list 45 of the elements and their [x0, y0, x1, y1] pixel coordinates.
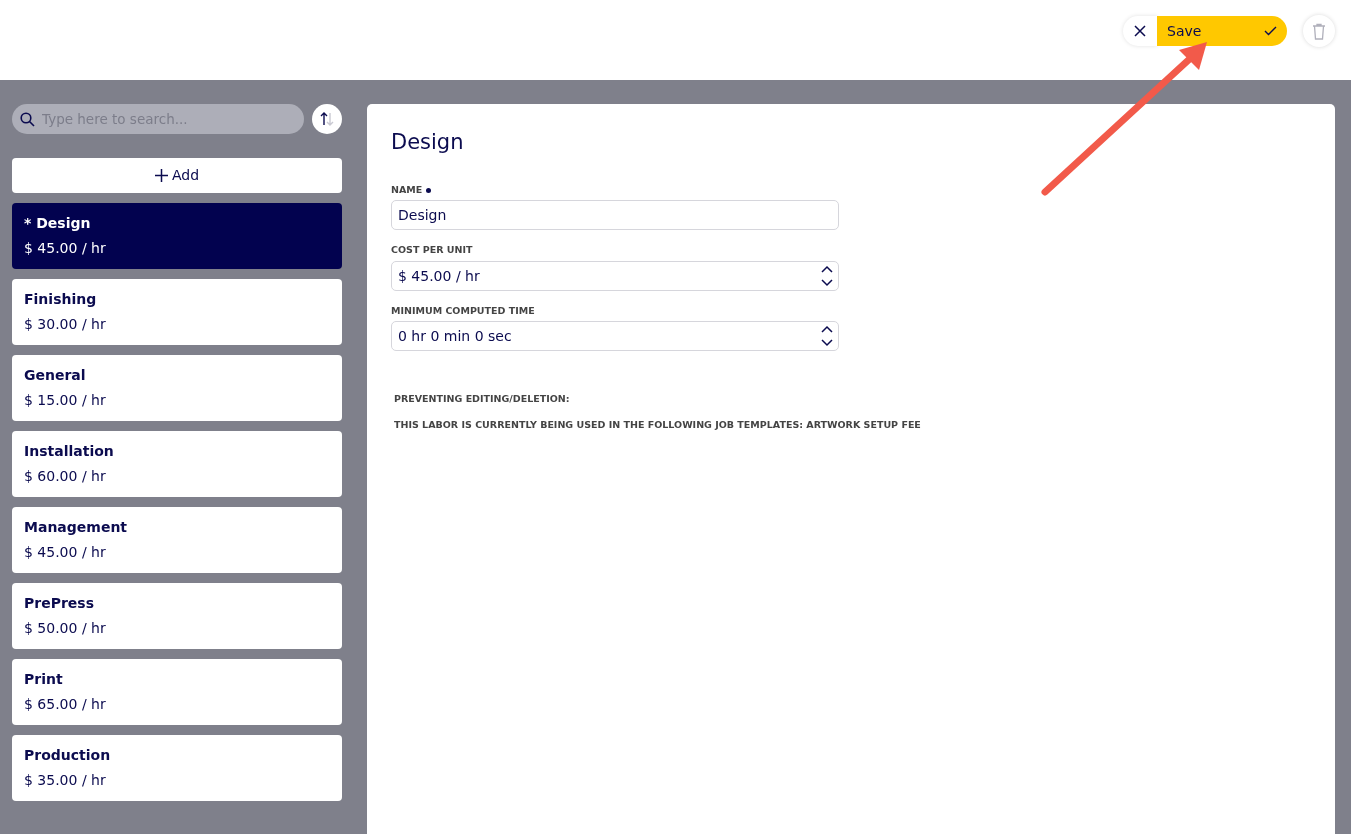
- item-name: Production: [24, 746, 111, 765]
- detail-title: Design: [391, 130, 464, 156]
- input-field[interactable]: Design: [391, 200, 839, 231]
- list-item[interactable]: Management $ 45.00 / hr: [12, 507, 342, 573]
- item-name: Finishing: [24, 290, 97, 309]
- save-button[interactable]: Save: [1157, 16, 1287, 46]
- check-icon: [1264, 26, 1277, 36]
- note-text: THIS LABOR IS CURRENTLY BEING USED IN THE FOLLOWING JOB TEMPLATES: ARTWORK SETUP FEE: [394, 418, 921, 433]
- note-text: PREVENTING EDITING/DELETION:: [394, 391, 570, 406]
- list-item[interactable]: Print $ 65.00 / hr: [12, 659, 342, 725]
- trash-icon: [1312, 22, 1326, 40]
- list-item[interactable]: * Design $ 45.00 / hr: [12, 203, 342, 269]
- sort-button[interactable]: [312, 104, 342, 134]
- item-rate: $ 60.00 / hr: [24, 467, 106, 486]
- stepper-icon[interactable]: [820, 323, 834, 348]
- item-rate: $ 30.00 / hr: [24, 315, 106, 334]
- list-item[interactable]: Installation $ 60.00 / hr: [12, 431, 342, 497]
- item-rate: $ 15.00 / hr: [24, 391, 106, 410]
- sort-icon: [319, 111, 335, 127]
- list-item[interactable]: General $ 15.00 / hr: [12, 355, 342, 421]
- item-name: * Design: [24, 214, 91, 233]
- add-button[interactable]: Add: [12, 158, 342, 193]
- field-label: COST PER UNIT: [391, 243, 473, 258]
- close-icon: [1134, 25, 1146, 37]
- field-label: MINIMUM COMPUTED TIME: [391, 303, 535, 318]
- item-rate: $ 35.00 / hr: [24, 771, 106, 790]
- item-name: Management: [24, 518, 128, 537]
- item-rate: $ 45.00 / hr: [24, 239, 106, 258]
- close-button[interactable]: [1123, 16, 1157, 46]
- plus-icon: [154, 169, 168, 182]
- item-name: PrePress: [24, 594, 94, 613]
- item-name: Print: [24, 670, 63, 689]
- item-name: Installation: [24, 442, 114, 461]
- spinner-field[interactable]: $ 45.00 / hr: [391, 260, 839, 291]
- list-item[interactable]: Production $ 35.00 / hr: [12, 735, 342, 801]
- spinner-field[interactable]: 0 hr 0 min 0 sec: [391, 320, 839, 351]
- list-item[interactable]: PrePress $ 50.00 / hr: [12, 583, 342, 649]
- list-item[interactable]: Finishing $ 30.00 / hr: [12, 279, 342, 345]
- item-name: General: [24, 366, 86, 385]
- field-label: NAME: [391, 183, 423, 198]
- search-icon: [20, 112, 35, 127]
- item-rate: $ 50.00 / hr: [24, 619, 106, 638]
- stepper-icon[interactable]: [820, 263, 834, 288]
- item-rate: $ 65.00 / hr: [24, 695, 106, 714]
- item-rate: $ 45.00 / hr: [24, 543, 106, 562]
